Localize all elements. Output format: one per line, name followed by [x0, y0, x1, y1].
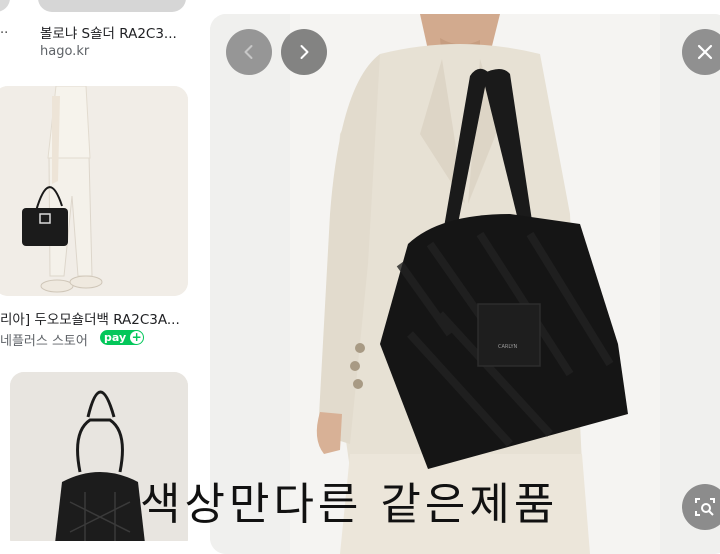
result-thumbnail-2[interactable] — [0, 86, 188, 296]
model-with-bag-image — [0, 86, 188, 296]
image-search-icon — [695, 498, 715, 516]
brand-tag: CARLYN — [498, 344, 518, 350]
result-thumbnail-top[interactable] — [38, 0, 186, 12]
image-search-button[interactable] — [682, 484, 720, 530]
npay-label: pay — [104, 331, 127, 344]
chevron-right-icon — [300, 45, 309, 59]
truncated-text: .. — [0, 22, 9, 37]
result-title-2[interactable]: 리아] 두오모숄더백 RA2C3A... — [0, 308, 190, 328]
result-source-1[interactable]: hago.kr — [40, 44, 89, 59]
plus-icon: + — [130, 330, 144, 344]
npay-badge: pay + — [100, 330, 145, 345]
next-button[interactable] — [281, 29, 327, 75]
prev-button[interactable] — [226, 29, 272, 75]
overlay-caption: 색상만다른 같은제품 — [140, 479, 559, 530]
result-title-1[interactable]: 볼로냐 S숄더 RA2C3... — [40, 22, 190, 42]
chevron-left-icon — [244, 45, 253, 59]
results-column: .. 볼로냐 S숄더 RA2C3... hago.kr 리아] 두오모숄더백 R… — [0, 0, 195, 541]
close-button[interactable] — [682, 29, 720, 75]
result-thumbnail-partial[interactable] — [0, 0, 10, 12]
result-source-2[interactable]: 네플러스 스토어 — [0, 330, 88, 349]
close-icon — [697, 44, 713, 60]
